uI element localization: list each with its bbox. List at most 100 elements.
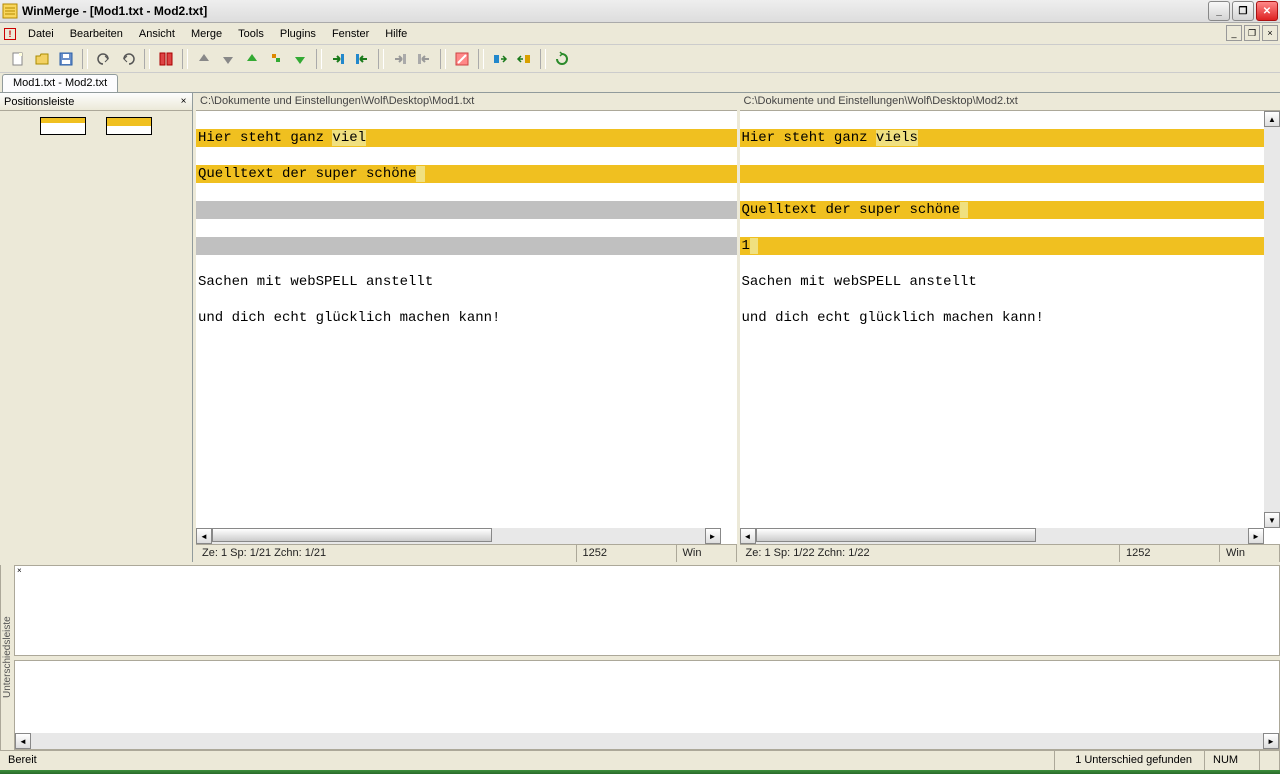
menu-hilfe[interactable]: Hilfe — [377, 25, 415, 43]
toolbar — [0, 45, 1280, 73]
left-line-2: Quelltext der super schöne — [198, 166, 416, 182]
right-line-4: und dich echt glücklich machen kann! — [740, 309, 1280, 327]
new-document-icon[interactable] — [7, 48, 29, 70]
location-panel-body[interactable] — [0, 111, 192, 562]
redo-icon[interactable] — [117, 48, 139, 70]
copy-left-gray-icon[interactable] — [413, 48, 435, 70]
diff-detail-hscroll-right-icon[interactable]: ► — [1263, 733, 1279, 749]
statusbar: Bereit 1 Unterschied gefunden NUM — [0, 750, 1280, 770]
left-path: C:\Dokumente und Einstellungen\Wolf\Desk… — [196, 93, 737, 111]
left-editor-wrap: Hier steht ganz viel Quelltext der super… — [196, 111, 737, 544]
left-hscroll-thumb[interactable] — [212, 528, 492, 542]
right-line-1a: Hier steht ganz — [742, 130, 876, 146]
left-line-4: und dich echt glücklich machen kann! — [196, 309, 737, 327]
diff-detail-top[interactable]: × — [14, 565, 1280, 656]
status-ready: Bereit — [0, 751, 1055, 770]
menu-bearbeiten[interactable]: Bearbeiten — [62, 25, 131, 43]
left-stat-cp: 1252 — [577, 545, 677, 562]
app-icon — [2, 3, 18, 19]
diff-detail-hscroll-left-icon[interactable]: ◄ — [15, 733, 31, 749]
right-hscroll-thumb[interactable] — [756, 528, 1036, 542]
document-tabstrip: Mod1.txt - Mod2.txt — [0, 73, 1280, 93]
menubar-icon: ! — [4, 28, 16, 40]
location-panel-close-icon[interactable]: × — [177, 95, 190, 108]
right-hscroll-right-icon[interactable]: ► — [1248, 528, 1264, 544]
location-panel-header: Positionsleiste × — [0, 93, 192, 111]
close-button[interactable]: ✕ — [1256, 1, 1278, 21]
menu-plugins[interactable]: Plugins — [272, 25, 324, 43]
right-pane: C:\Dokumente und Einstellungen\Wolf\Desk… — [737, 93, 1280, 562]
location-panel: Positionsleiste × — [0, 93, 193, 562]
status-diffs: 1 Unterschied gefunden — [1055, 751, 1205, 770]
right-statusbar: Ze: 1 Sp: 1/22 Zchn: 1/22 1252 Win — [740, 544, 1280, 562]
split-vertical-icon[interactable] — [155, 48, 177, 70]
menu-merge[interactable]: Merge — [183, 25, 230, 43]
child-minimize-button[interactable]: _ — [1226, 25, 1242, 41]
compare-panes: C:\Dokumente und Einstellungen\Wolf\Desk… — [193, 93, 1280, 562]
left-hscroll-right-icon[interactable]: ► — [705, 528, 721, 544]
right-line-1b: viels — [876, 130, 918, 146]
left-line-1b: viel — [332, 130, 366, 146]
right-line-3: Sachen mit webSPELL anstellt — [740, 273, 1280, 291]
left-line-3: Sachen mit webSPELL anstellt — [196, 273, 737, 291]
diff-up-green-icon[interactable] — [241, 48, 263, 70]
right-vscroll-up-icon[interactable]: ▲ — [1264, 111, 1280, 127]
right-path: C:\Dokumente und Einstellungen\Wolf\Desk… — [740, 93, 1280, 111]
minimap-left[interactable] — [40, 117, 86, 135]
child-close-button[interactable]: × — [1262, 25, 1278, 41]
diff-detail-hscrollbar[interactable]: ◄ ► — [15, 733, 1279, 749]
left-stat-pos: Ze: 1 Sp: 1/21 Zchn: 1/21 — [196, 545, 577, 562]
right-stat-cp: 1252 — [1120, 545, 1220, 562]
right-vscrollbar[interactable]: ▲ ▼ — [1264, 111, 1280, 528]
taskbar-sliver — [0, 770, 1280, 774]
left-statusbar: Ze: 1 Sp: 1/21 Zchn: 1/21 1252 Win — [196, 544, 737, 562]
document-tab[interactable]: Mod1.txt - Mod2.txt — [2, 74, 118, 92]
right-editor[interactable]: Hier steht ganz viels Quelltext der supe… — [740, 111, 1280, 363]
left-editor[interactable]: Hier steht ganz viel Quelltext der super… — [196, 111, 737, 363]
diff-detail-label: Unterschiedsleiste — [0, 565, 14, 750]
right-hscrollbar[interactable]: ◄ ► — [740, 528, 1265, 544]
right-line-2: Quelltext der super schöne — [742, 202, 960, 218]
copy-right-gray-icon[interactable] — [389, 48, 411, 70]
menu-ansicht[interactable]: Ansicht — [131, 25, 183, 43]
left-pane: C:\Dokumente und Einstellungen\Wolf\Desk… — [193, 93, 737, 562]
location-panel-title: Positionsleiste — [4, 96, 74, 108]
diff-up-icon[interactable] — [193, 48, 215, 70]
undo-icon[interactable] — [93, 48, 115, 70]
save-icon[interactable] — [55, 48, 77, 70]
right-vscroll-down-icon[interactable]: ▼ — [1264, 512, 1280, 528]
menu-fenster[interactable]: Fenster — [324, 25, 377, 43]
left-hscroll-left-icon[interactable]: ◄ — [196, 528, 212, 544]
menu-datei[interactable]: Datei — [20, 25, 62, 43]
minimize-button[interactable]: _ — [1208, 1, 1230, 21]
options-icon[interactable] — [451, 48, 473, 70]
menu-tools[interactable]: Tools — [230, 25, 272, 43]
app-title: WinMerge - [Mod1.txt - Mod2.txt] — [22, 4, 207, 18]
diff-detail-bottom[interactable]: ◄ ► — [14, 660, 1280, 751]
diff-detail-close-icon[interactable]: × — [17, 566, 27, 576]
copy-left-icon[interactable] — [351, 48, 373, 70]
all-left-icon[interactable] — [513, 48, 535, 70]
diff-detail-panels: Unterschiedsleiste × ◄ ► — [0, 562, 1280, 750]
right-stat-eol: Win — [1220, 545, 1280, 562]
copy-right-icon[interactable] — [327, 48, 349, 70]
left-line-1a: Hier steht ganz — [198, 130, 332, 146]
right-stat-pos: Ze: 1 Sp: 1/22 Zchn: 1/22 — [740, 545, 1121, 562]
right-hscroll-left-icon[interactable]: ◄ — [740, 528, 756, 544]
left-hscrollbar[interactable]: ◄ ► — [196, 528, 721, 544]
open-folder-icon[interactable] — [31, 48, 53, 70]
minimap-right[interactable] — [106, 117, 152, 135]
child-restore-button[interactable]: ❐ — [1244, 25, 1260, 41]
right-blank-1 — [740, 165, 1280, 183]
menubar: ! Datei Bearbeiten Ansicht Merge Tools P… — [0, 23, 1280, 45]
diff-flag-icon[interactable] — [265, 48, 287, 70]
status-grip — [1260, 751, 1280, 770]
diff-down-green-icon[interactable] — [289, 48, 311, 70]
diff-down-icon[interactable] — [217, 48, 239, 70]
right-editor-wrap: Hier steht ganz viels Quelltext der supe… — [740, 111, 1280, 544]
right-line-extra: 1 — [742, 238, 750, 254]
all-right-icon[interactable] — [489, 48, 511, 70]
maximize-button[interactable]: ❐ — [1232, 1, 1254, 21]
left-stat-eol: Win — [677, 545, 737, 562]
refresh-icon[interactable] — [551, 48, 573, 70]
